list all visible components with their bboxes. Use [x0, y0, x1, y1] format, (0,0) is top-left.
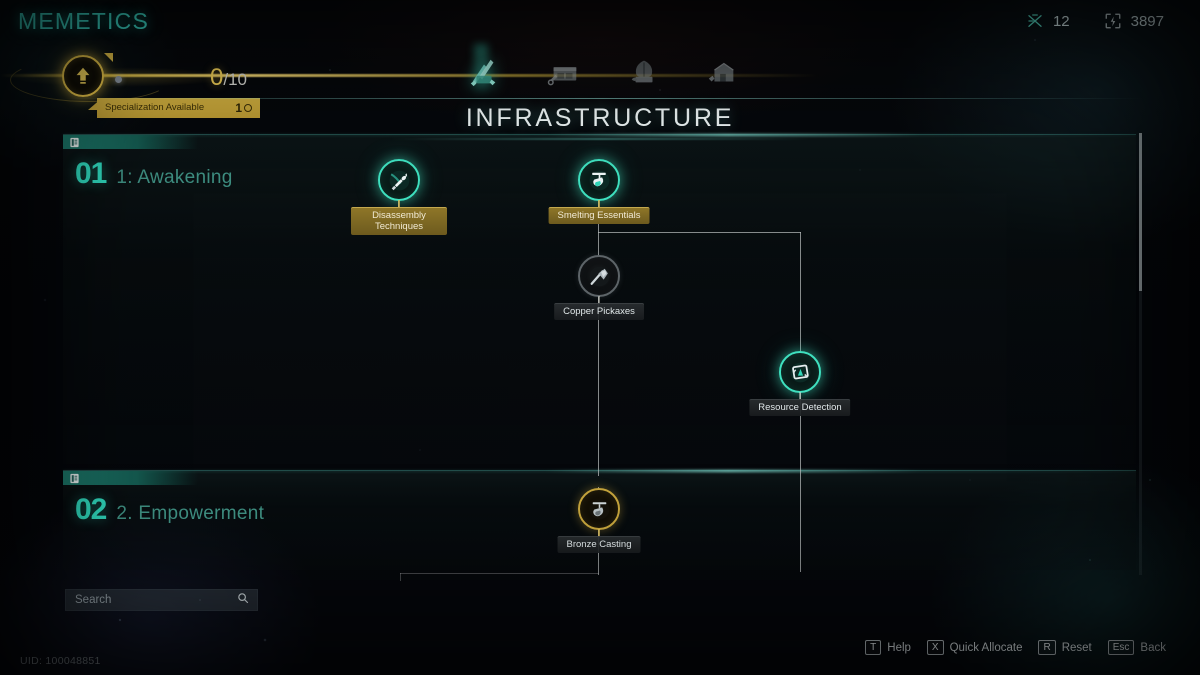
- node-label-copper-pickaxes: Copper Pickaxes: [554, 303, 644, 320]
- agriculture-category-icon: [631, 60, 653, 83]
- workbench-category-icon: [547, 67, 577, 86]
- tier-02-tab[interactable]: [63, 471, 198, 485]
- book-icon: [69, 473, 80, 484]
- category-tab-base-building[interactable]: [698, 50, 746, 94]
- level-counter: 0/10: [210, 66, 247, 90]
- memetic-points-value: 12: [1052, 12, 1070, 30]
- tier-02-name: 2. Empowerment: [116, 503, 265, 524]
- tier-01-header: 01 1: Awakening: [75, 157, 233, 191]
- category-tab-workbench[interactable]: [540, 50, 588, 94]
- memetic-points-icon: [1026, 12, 1044, 30]
- hint-back[interactable]: Esc Back: [1107, 640, 1166, 655]
- energy-cell-icon: [1104, 12, 1122, 30]
- hint-quick-allocate[interactable]: X Quick Allocate: [926, 640, 1023, 655]
- scrollbar-thumb[interactable]: [1139, 133, 1142, 291]
- hint-help-label: Help: [887, 641, 911, 654]
- hint-quick-allocate-label: Quick Allocate: [949, 641, 1023, 654]
- hint-reset-label: Reset: [1061, 641, 1092, 654]
- hint-help[interactable]: T Help: [865, 640, 911, 655]
- header-divider: [60, 98, 1144, 99]
- node-label-resource-detection: Resource Detection: [749, 399, 851, 416]
- wrench-icon: [389, 170, 409, 190]
- node-ring: [378, 159, 420, 201]
- level-current: 0: [210, 64, 224, 91]
- page-title: INFRASTRUCTURE: [465, 104, 735, 132]
- search-input[interactable]: Search: [75, 594, 111, 606]
- footer-hints: T Help X Quick Allocate R Reset Esc Back: [865, 640, 1166, 655]
- search-icon[interactable]: [237, 591, 249, 609]
- category-tabs: [440, 44, 760, 96]
- hint-back-label: Back: [1140, 641, 1166, 654]
- energy-value: 3897: [1130, 12, 1164, 30]
- key-x: X: [926, 640, 944, 655]
- resource-energy: 3897: [1104, 12, 1164, 30]
- key-esc: Esc: [1107, 640, 1135, 655]
- node-label-bronze-casting: Bronze Casting: [557, 536, 641, 553]
- memetics-screen: MEMETICS 12 3897 0/10 Specialization Ava…: [0, 0, 1200, 675]
- link-bronze-left-stub: [400, 573, 402, 581]
- search-box[interactable]: Search: [65, 589, 258, 611]
- node-ring: [578, 159, 620, 201]
- app-title: MEMETICS: [18, 8, 149, 34]
- base-building-category-icon: [708, 62, 734, 82]
- node-ring: [578, 255, 620, 297]
- link-bronze-left-horizontal: [400, 573, 599, 575]
- category-tab-weapons[interactable]: [460, 50, 508, 94]
- node-ring: [779, 351, 821, 393]
- node-ring: [578, 488, 620, 530]
- resource-memetic-points: 12: [1026, 12, 1070, 30]
- orb-node-dot: [115, 76, 122, 83]
- tier-01-tab[interactable]: [63, 135, 198, 149]
- tier-panel-02-glow: [63, 470, 1136, 472]
- hint-reset[interactable]: R Reset: [1038, 640, 1092, 655]
- key-t: T: [865, 640, 882, 655]
- weapons-category-icon: [470, 59, 496, 87]
- tier-01-number: 01: [75, 157, 107, 190]
- tier-02-header: 02 2. Empowerment: [75, 493, 264, 527]
- tier-panel-01-glow: [63, 134, 1136, 136]
- smelting-icon: [589, 170, 609, 190]
- node-label-smelting-essentials: Smelting Essentials: [548, 207, 650, 224]
- tier-02-number: 02: [75, 493, 107, 526]
- uid-label: UID: 100048851: [20, 655, 101, 667]
- specialization-orb-button[interactable]: [62, 55, 104, 97]
- radar-scan-icon: [790, 362, 810, 382]
- key-r: R: [1038, 640, 1056, 655]
- casting-icon: [589, 499, 609, 519]
- pickaxe-icon: [589, 266, 609, 286]
- tier-01-name: 1: Awakening: [116, 167, 233, 188]
- level-max: 10: [228, 70, 248, 89]
- book-icon: [69, 137, 80, 148]
- resource-bar: 12 3897: [1026, 12, 1164, 30]
- category-tab-agriculture[interactable]: [620, 50, 668, 94]
- up-arrow-icon: [76, 67, 90, 84]
- node-label-disassembly-techniques: Disassembly Techniques: [351, 207, 447, 235]
